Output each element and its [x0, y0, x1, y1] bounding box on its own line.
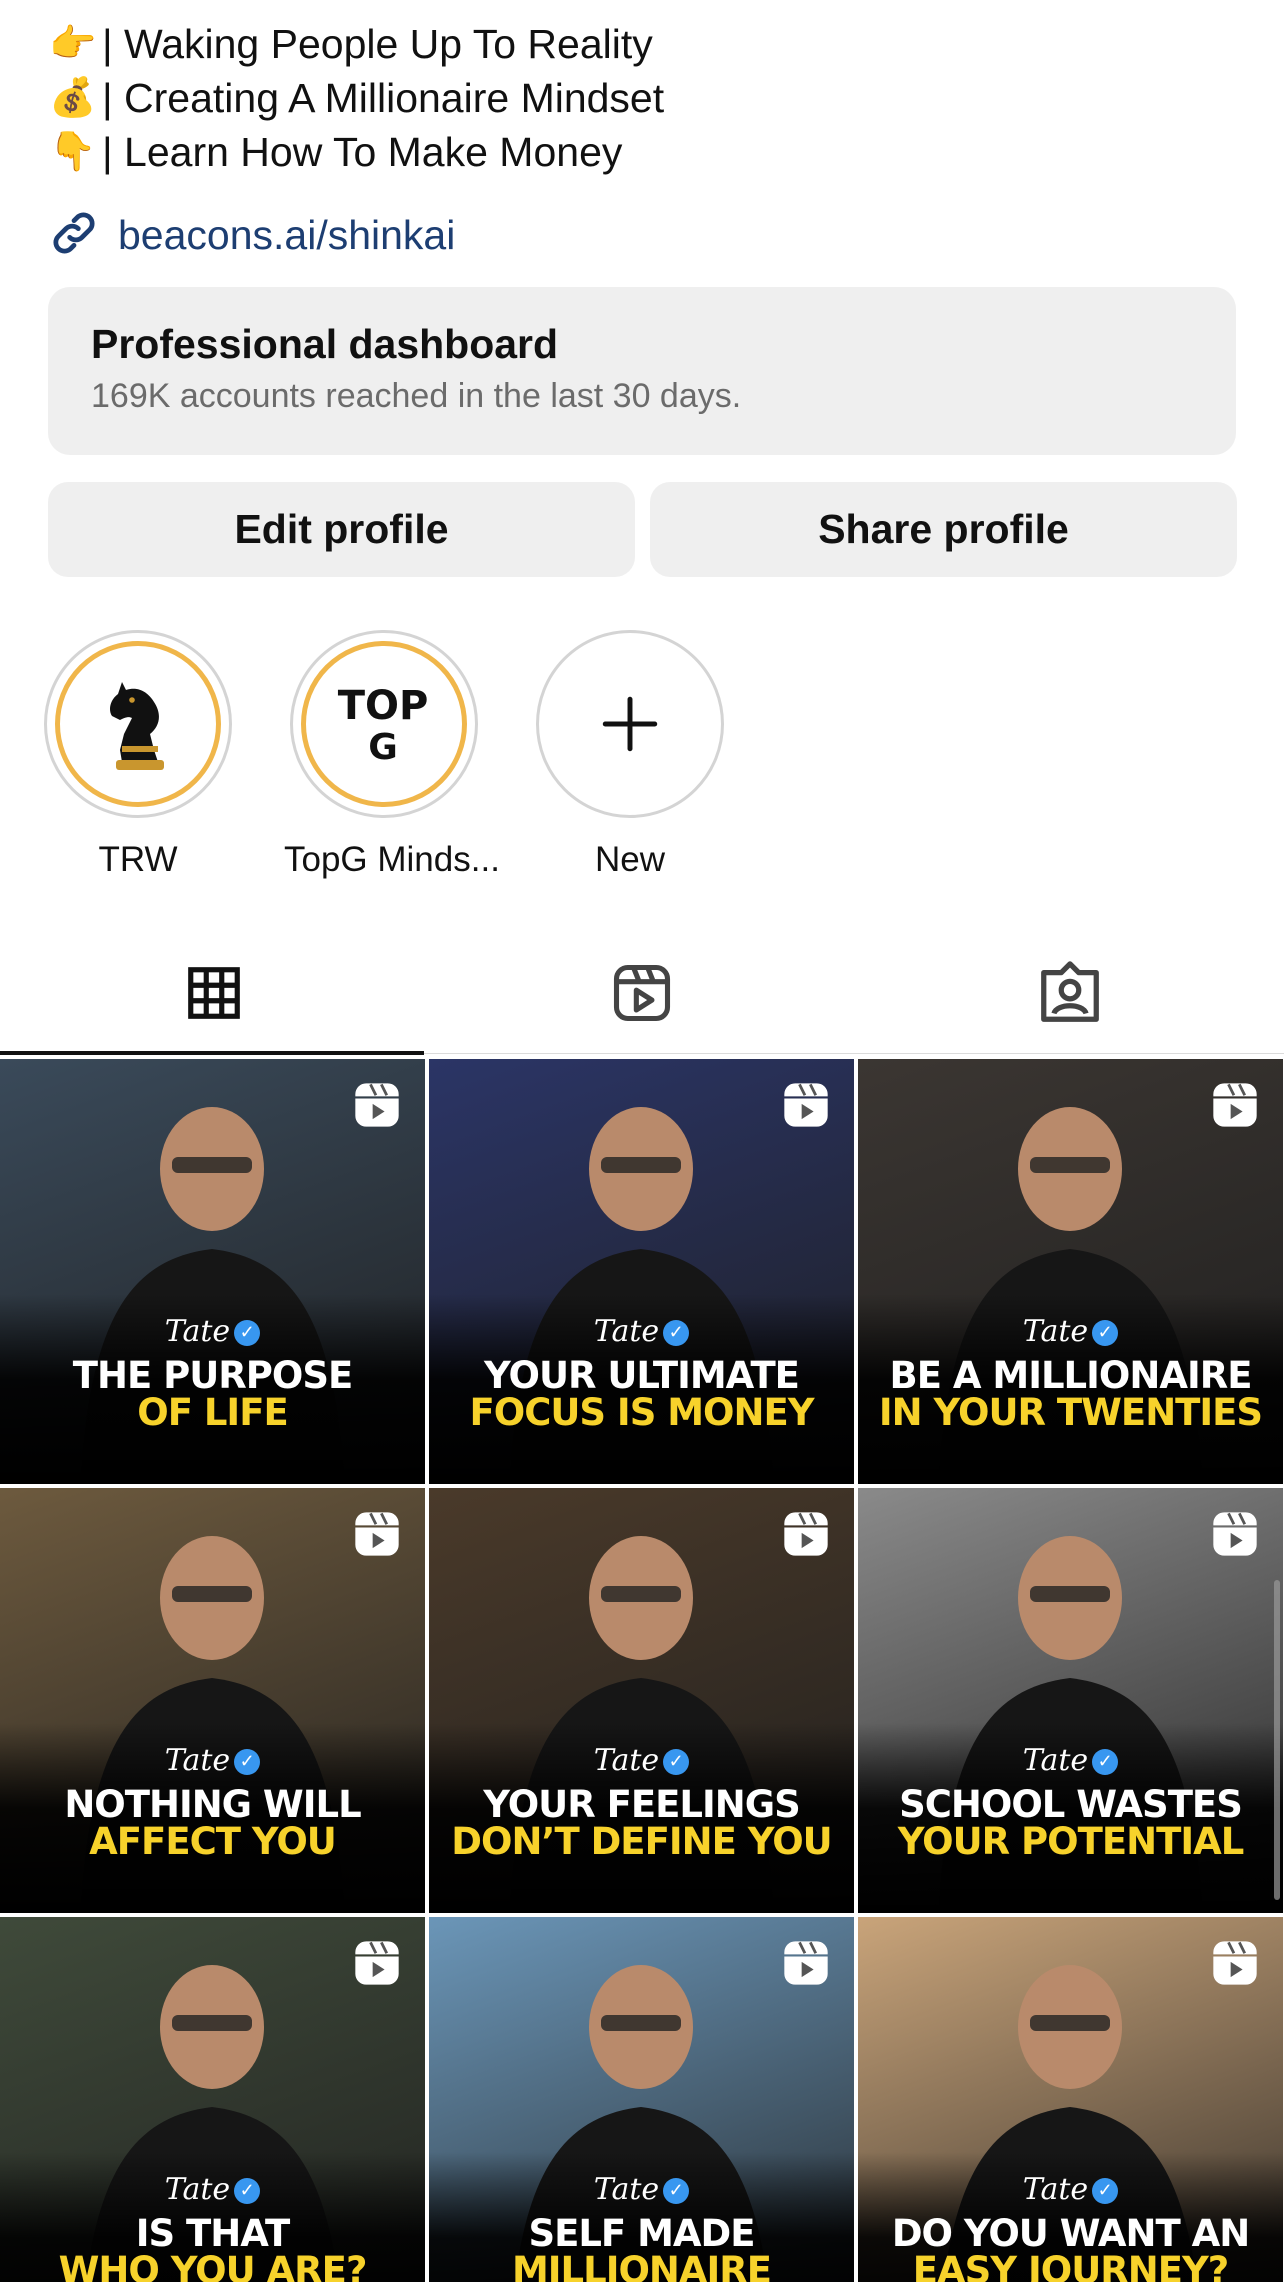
highlight-ring [44, 630, 232, 818]
highlight-trw[interactable]: TRW [38, 630, 238, 880]
pointing-emoji-icon: 👉 [49, 23, 97, 65]
post-brand-text: Tate [164, 2172, 231, 2207]
bio-link[interactable]: beacons.ai/shinkai [48, 205, 455, 265]
post-tile[interactable]: Tate ✓ YOUR FEELINGS DON’T DEFINE YOU [429, 1488, 854, 1913]
highlight-topg[interactable]: TOP G TopG Minds... [284, 630, 500, 880]
verified-badge-icon: ✓ [1092, 1320, 1119, 1346]
post-tile[interactable]: Tate ✓ IS THAT WHO YOU ARE? [0, 1917, 425, 2282]
post-brand-text: Tate [593, 2172, 660, 2207]
chess-knight-icon [110, 682, 164, 770]
top-crop [0, 0, 1284, 14]
professional-dashboard[interactable]: Professional dashboard 169K accounts rea… [48, 287, 1236, 455]
post-tile[interactable]: Tate ✓ YOUR ULTIMATE FOCUS IS MONEY [429, 1059, 854, 1484]
post-caption-line2: FOCUS IS MONEY [469, 1391, 814, 1434]
post-brand: Tate ✓ [858, 1743, 1283, 1778]
bio-line-text: | Creating A Millionaire Mindset [102, 74, 665, 121]
post-brand: Tate ✓ [0, 1743, 425, 1778]
share-profile-button[interactable]: Share profile [650, 482, 1237, 577]
reels-icon [613, 964, 671, 1022]
reel-badge-icon [1209, 1079, 1261, 1136]
verified-badge-icon: ✓ [1092, 2178, 1119, 2204]
verified-badge-icon: ✓ [234, 2178, 261, 2204]
highlight-label: TRW [98, 840, 178, 879]
post-brand: Tate ✓ [0, 1314, 425, 1349]
highlight-new[interactable]: New [530, 630, 730, 880]
post-tile[interactable]: Tate ✓ BE A MILLIONAIRE IN YOUR TWENTIES [858, 1059, 1283, 1484]
reel-badge-icon [1209, 1937, 1261, 1994]
bio-line-text: | Learn How To Make Money [102, 128, 623, 175]
post-brand: Tate ✓ [429, 1314, 854, 1349]
posts-grid: Tate ✓ THE PURPOSE OF LIFE Tate ✓ YOUR ULTIMAT… [0, 1059, 1284, 2282]
highlight-ring: TOP G [290, 630, 478, 818]
reel-badge-icon [351, 1079, 403, 1136]
topg-logo-icon: TOP G [338, 683, 429, 768]
bio-line-text: | Waking People Up To Reality [102, 20, 653, 67]
tab-reels[interactable] [428, 930, 856, 1056]
edit-profile-button[interactable]: Edit profile [48, 482, 635, 577]
post-tile[interactable]: Tate ✓ THE PURPOSE OF LIFE [0, 1059, 425, 1484]
verified-badge-icon: ✓ [663, 1320, 690, 1346]
reel-badge-icon [780, 1937, 832, 1994]
post-caption-line2: WHO YOU ARE? [58, 2249, 368, 2282]
post-caption-line2: YOUR POTENTIAL [897, 1820, 1245, 1863]
highlight-cover: TOP G [301, 641, 467, 807]
post-brand: Tate ✓ [429, 2172, 854, 2207]
post-brand: Tate ✓ [858, 2172, 1283, 2207]
post-brand-text: Tate [1022, 1743, 1089, 1778]
reel-badge-icon [351, 1937, 403, 1994]
dashboard-subtitle: 169K accounts reached in the last 30 day… [91, 377, 742, 415]
post-caption-line2: IN YOUR TWENTIES [878, 1391, 1263, 1434]
post-brand-text: Tate [164, 1743, 231, 1778]
tab-grid[interactable] [0, 930, 428, 1056]
highlight-label: TopG Minds... [284, 840, 500, 879]
highlight-label: New [594, 840, 666, 879]
post-brand: Tate ✓ [858, 1314, 1283, 1349]
money-bag-emoji-icon: 💰 [49, 77, 97, 119]
bio-line: 💰 | Creating A Millionaire Mindset [48, 70, 664, 126]
post-caption-line2: MILLIONAIRE [511, 2249, 772, 2282]
post-caption-line2: EASY JOURNEY? [912, 2249, 1229, 2282]
verified-badge-icon: ✓ [234, 1320, 261, 1346]
verified-badge-icon: ✓ [1092, 1749, 1119, 1775]
post-tile[interactable]: Tate ✓ SELF MADE MILLIONAIRE [429, 1917, 854, 2282]
plus-icon [602, 696, 658, 752]
profile-tabs [0, 930, 1284, 1056]
reel-badge-icon [1209, 1508, 1261, 1565]
post-brand-text: Tate [593, 1743, 660, 1778]
post-brand: Tate ✓ [429, 1743, 854, 1778]
post-tile[interactable]: Tate ✓ NOTHING WILL AFFECT YOU [0, 1488, 425, 1913]
pointing-down-emoji-icon: 👇 [49, 131, 97, 173]
svg-text:TOP: TOP [338, 683, 429, 729]
reel-badge-icon [780, 1508, 832, 1565]
bio-line: 👇 | Learn How To Make Money [48, 124, 622, 180]
post-tile[interactable]: Tate ✓ SCHOOL WASTES YOUR POTENTIAL [858, 1488, 1283, 1913]
dashboard-title: Professional dashboard [91, 321, 559, 367]
post-tile[interactable]: Tate ✓ DO YOU WANT AN EASY JOURNEY? [858, 1917, 1283, 2282]
tab-tagged[interactable] [856, 930, 1284, 1056]
active-tab-indicator [0, 1051, 424, 1055]
tagged-person-icon [1041, 961, 1099, 1022]
post-brand-text: Tate [1022, 2172, 1089, 2207]
post-brand-text: Tate [1022, 1314, 1089, 1349]
bio-line: 👉 | Waking People Up To Reality [48, 16, 653, 72]
link-icon [48, 207, 100, 264]
reel-badge-icon [780, 1079, 832, 1136]
post-caption-line2: DON’T DEFINE YOU [451, 1820, 832, 1863]
grid-icon [188, 967, 240, 1019]
post-brand-text: Tate [593, 1314, 660, 1349]
post-brand-text: Tate [164, 1314, 231, 1349]
new-highlight-ring [536, 630, 724, 818]
verified-badge-icon: ✓ [663, 1749, 690, 1775]
scrollbar[interactable] [1274, 1580, 1280, 1900]
link-text[interactable]: beacons.ai/shinkai [118, 212, 455, 259]
post-caption-line2: AFFECT YOU [89, 1820, 337, 1863]
svg-text:G: G [368, 727, 398, 768]
post-brand: Tate ✓ [0, 2172, 425, 2207]
verified-badge-icon: ✓ [663, 2178, 690, 2204]
highlight-cover [55, 641, 221, 807]
verified-badge-icon: ✓ [234, 1749, 261, 1775]
reel-badge-icon [351, 1508, 403, 1565]
post-caption-line2: OF LIFE [137, 1391, 289, 1434]
